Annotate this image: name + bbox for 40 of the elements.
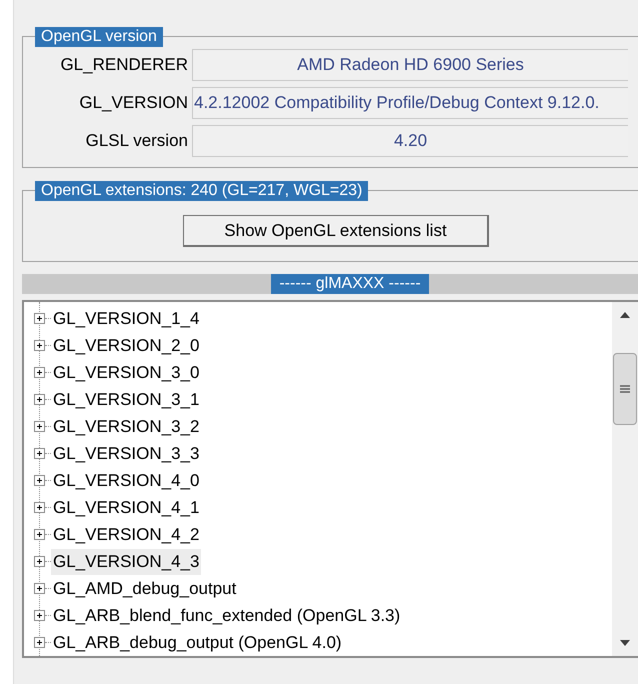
tree-item[interactable]: GL_VERSION_4_0: [51, 468, 202, 494]
expand-icon[interactable]: [34, 529, 45, 540]
value-field: 4.20: [192, 125, 628, 157]
tree-item[interactable]: GL_AMD_debug_output: [51, 576, 238, 602]
expand-icon[interactable]: [34, 448, 45, 459]
expand-icon[interactable]: [34, 502, 45, 513]
scrollbar[interactable]: [612, 302, 638, 656]
scroll-down-icon[interactable]: [620, 640, 630, 646]
section-header: ------ glMAXXX ------: [271, 274, 429, 294]
value-field: 4.2.12002 Compatibility Profile/Debug Context 9.12.0.: [192, 87, 628, 119]
expand-icon[interactable]: [34, 340, 45, 351]
expand-icon[interactable]: [34, 421, 45, 432]
expand-icon[interactable]: [34, 313, 45, 324]
expand-icon[interactable]: [34, 583, 45, 594]
tree-item[interactable]: GL_VERSION_2_0: [51, 332, 202, 358]
expand-icon[interactable]: [34, 367, 45, 378]
group-title: OpenGL version: [35, 27, 163, 47]
value-field: AMD Radeon HD 6900 Series: [192, 49, 628, 81]
tree-item[interactable]: GL_VERSION_3_1: [51, 386, 202, 412]
field-label: GL_VERSION: [78, 92, 188, 114]
tree-item[interactable]: GL_VERSION_4_2: [51, 522, 202, 548]
scroll-up-icon[interactable]: [620, 312, 630, 318]
expand-icon[interactable]: [34, 610, 45, 621]
tree-item[interactable]: GL_VERSION_3_0: [51, 360, 202, 386]
scroll-thumb[interactable]: [613, 353, 637, 425]
expand-icon[interactable]: [34, 556, 45, 567]
show-extensions-button[interactable]: Show OpenGL extensions list: [183, 215, 489, 247]
tree-item[interactable]: GL_ARB_blend_func_extended (OpenGL 3.3): [51, 602, 402, 628]
field-label: GL_RENDERER: [59, 54, 188, 76]
field-label: GLSL version: [84, 130, 188, 152]
tree-item[interactable]: GL_VERSION_1_4: [51, 306, 202, 332]
expand-icon[interactable]: [34, 637, 45, 648]
expand-icon[interactable]: [34, 394, 45, 405]
tree-item[interactable]: GL_VERSION_4_3: [51, 548, 202, 574]
tree-item[interactable]: GL_VERSION_4_1: [51, 494, 202, 520]
expand-icon[interactable]: [34, 475, 45, 486]
tree-item[interactable]: GL_VERSION_3_2: [51, 414, 202, 440]
group-title: OpenGL extensions: 240 (GL=217, WGL=23): [35, 181, 368, 201]
tree-item[interactable]: GL_VERSION_3_3: [51, 440, 202, 466]
tree-item[interactable]: GL_ARB_debug_output (OpenGL 4.0): [51, 630, 344, 656]
